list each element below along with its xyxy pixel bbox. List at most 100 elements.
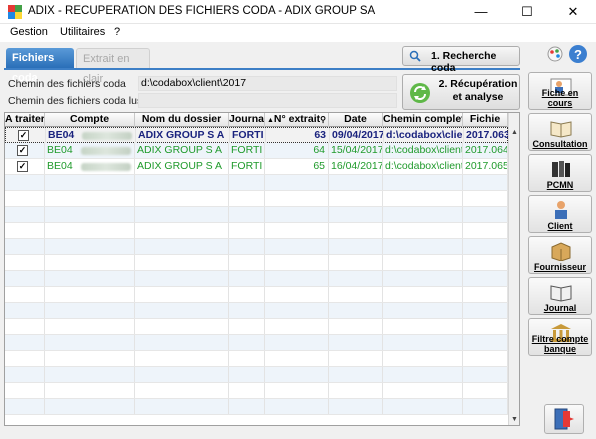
sidebar-item-client[interactable]: Client [528,195,592,233]
table-row[interactable]: ✓ BE04 ADIX GROUP S A FORTI 64 15/04/2017 d:\c… [5,143,508,159]
empty-cell [5,191,45,206]
col-fichier[interactable]: Fichie [463,113,508,127]
empty-cell [329,175,383,190]
empty-cell [229,351,265,366]
col-a-traiter[interactable]: A traiter [5,113,45,127]
empty-cell [5,303,45,318]
sidebar-item-label: Consultation [532,139,588,149]
chemin-lus-field[interactable] [138,93,397,108]
exit-door-icon [554,408,574,430]
sidebar-item-fournisseur[interactable]: Fournisseur [528,236,592,274]
table-row[interactable] [5,191,508,207]
recuperation-analyse-button[interactable]: 2. Récupération et analyse [402,74,520,110]
menu-utilitaires[interactable]: Utilitaires [60,26,105,38]
col-n-extrait[interactable]: ▲N° extrait⚲ [265,113,329,127]
empty-cell [463,335,508,350]
scroll-down-icon[interactable]: ▼ [509,414,519,425]
table-row[interactable] [5,271,508,287]
menu-help[interactable]: ? [114,26,120,38]
empty-cell [329,287,383,302]
sidebar-item-fiche-en-cours[interactable]: Fiche en cours [528,72,592,110]
table-row[interactable] [5,319,508,335]
table-row[interactable] [5,287,508,303]
table-row[interactable]: ✓ BE04 ADIX GROUP S A FORTI 63 09/04/2017 d:\c… [5,127,509,143]
table-row[interactable] [5,367,508,383]
journal-cell: FORTI [229,159,265,174]
a-traiter-checkbox[interactable]: ✓ [18,130,29,141]
menu-gestion[interactable]: Gestion [10,26,48,38]
empty-cell [463,191,508,206]
chemin-complet-cell: d:\codabox\client [386,128,464,143]
table-row[interactable] [5,303,508,319]
help-tools-icons[interactable]: ? [544,44,590,64]
vertical-scrollbar[interactable]: ▲ ▼ [508,113,519,425]
books-icon [552,161,570,177]
col-nom-dossier[interactable]: Nom du dossier [135,113,229,127]
empty-cell [229,191,265,206]
chemin-field[interactable]: d:\codabox\client\2017 [138,76,397,91]
exit-button[interactable] [544,404,584,434]
sidebar-item-pcmn[interactable]: PCMN [528,154,592,192]
empty-cell [463,239,508,254]
empty-cell [5,175,45,190]
fichier-cell: 2017.063. [466,128,509,143]
sidebar-item-filtre-compte-banque[interactable]: Filtre compte banque [528,318,592,356]
close-button[interactable]: ✕ [550,0,596,24]
empty-cell [463,303,508,318]
empty-cell [229,239,265,254]
sidebar-item-label: PCMN [546,180,574,190]
date-cell: 09/04/2017 [332,128,384,143]
empty-cell [5,255,45,270]
empty-cell [229,207,265,222]
sidebar-item-journal[interactable]: Journal [528,277,592,315]
sidebar-item-consultation[interactable]: Consultation [528,113,592,151]
empty-cell [265,255,329,270]
empty-cell [135,319,229,334]
a-traiter-checkbox[interactable]: ✓ [17,145,28,156]
app-logo-icon [8,5,22,19]
empty-cell [5,271,45,286]
table-row[interactable]: ✓ BE04 ADIX GROUP S A FORTI 65 16/04/2017 d:\c… [5,159,508,175]
tab-fichiers-coda[interactable]: Fichiers coda [6,48,74,84]
empty-cell [5,335,45,350]
table-row[interactable] [5,351,508,367]
empty-cell [463,175,508,190]
empty-cell [383,367,463,382]
magnifier-icon [409,50,421,62]
empty-cell [135,255,229,270]
table-row[interactable] [5,255,508,271]
maximize-button[interactable]: ☐ [504,0,550,24]
recherche-coda-button[interactable]: 1. Recherche coda [402,46,520,74]
empty-cell [135,271,229,286]
refresh-arrows-icon [410,83,430,103]
table-row[interactable] [5,383,508,399]
scroll-up-icon[interactable]: ▲ [509,127,519,138]
col-date[interactable]: Date [329,113,383,127]
col-compte[interactable]: Compte [45,113,135,127]
table-row[interactable] [5,175,508,191]
a-traiter-cell: ✓ [5,159,45,174]
table-row[interactable] [5,335,508,351]
col-chemin-complet[interactable]: Chemin complet [383,113,463,127]
table-row[interactable] [5,207,508,223]
fichier-cell: 2017.064. [465,143,508,158]
sidebar-item-label: Journal [543,303,577,313]
empty-cell [135,223,229,238]
nom-dossier-cell: ADIX GROUP S A [136,128,230,143]
table-row[interactable] [5,223,508,239]
minimize-button[interactable]: — [458,0,504,24]
empty-cell [265,351,329,366]
empty-cell [463,383,508,398]
menu-bar: Gestion Utilitaires ? [0,24,596,42]
empty-cell [229,287,265,302]
empty-cell [265,223,329,238]
table-row[interactable] [5,399,508,415]
a-traiter-checkbox[interactable]: ✓ [17,161,28,172]
tab-extrait-en-clair[interactable]: Extrait en clair [76,48,150,85]
col-journal[interactable]: Journal [229,113,265,127]
empty-cell [135,191,229,206]
table-row[interactable] [5,239,508,255]
journal-icon [550,285,572,302]
chemin-complet-cell: d:\codabox\client\ [385,159,463,174]
empty-cell [45,175,135,190]
